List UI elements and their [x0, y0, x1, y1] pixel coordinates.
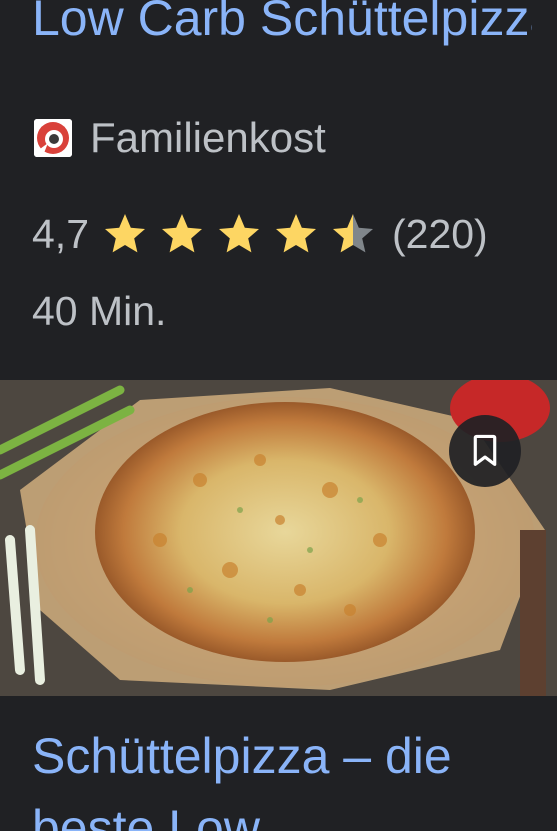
source-name: Familienkost — [90, 114, 326, 161]
rating-count: (220) — [392, 210, 488, 257]
half-star-icon — [333, 214, 373, 253]
star-icon — [162, 214, 202, 253]
cook-time: 40 Min. — [32, 288, 167, 334]
source-row: Familienkost — [34, 112, 326, 164]
star-icon — [276, 214, 316, 253]
star-icon — [219, 214, 259, 253]
recipe-title-text: Low Carb Schüttelpizza — [32, 0, 532, 46]
rating-stars — [101, 210, 386, 258]
rating-value: 4,7 — [32, 210, 89, 257]
bookmark-icon — [473, 434, 497, 466]
rating-row: 4,7 (220) — [32, 206, 488, 262]
star-icon — [105, 214, 145, 253]
recipe-title-link[interactable]: Low Carb Schüttelpizza — [32, 0, 532, 100]
recipe-card-top[interactable]: Low Carb Schüttelpizza Familienkost 4,7 — [0, 0, 557, 380]
save-bookmark-button[interactable] — [449, 415, 521, 487]
recipe-title-2[interactable]: Schüttelpizza – die beste Low — [32, 720, 552, 831]
familienkost-logo-icon — [34, 119, 72, 157]
